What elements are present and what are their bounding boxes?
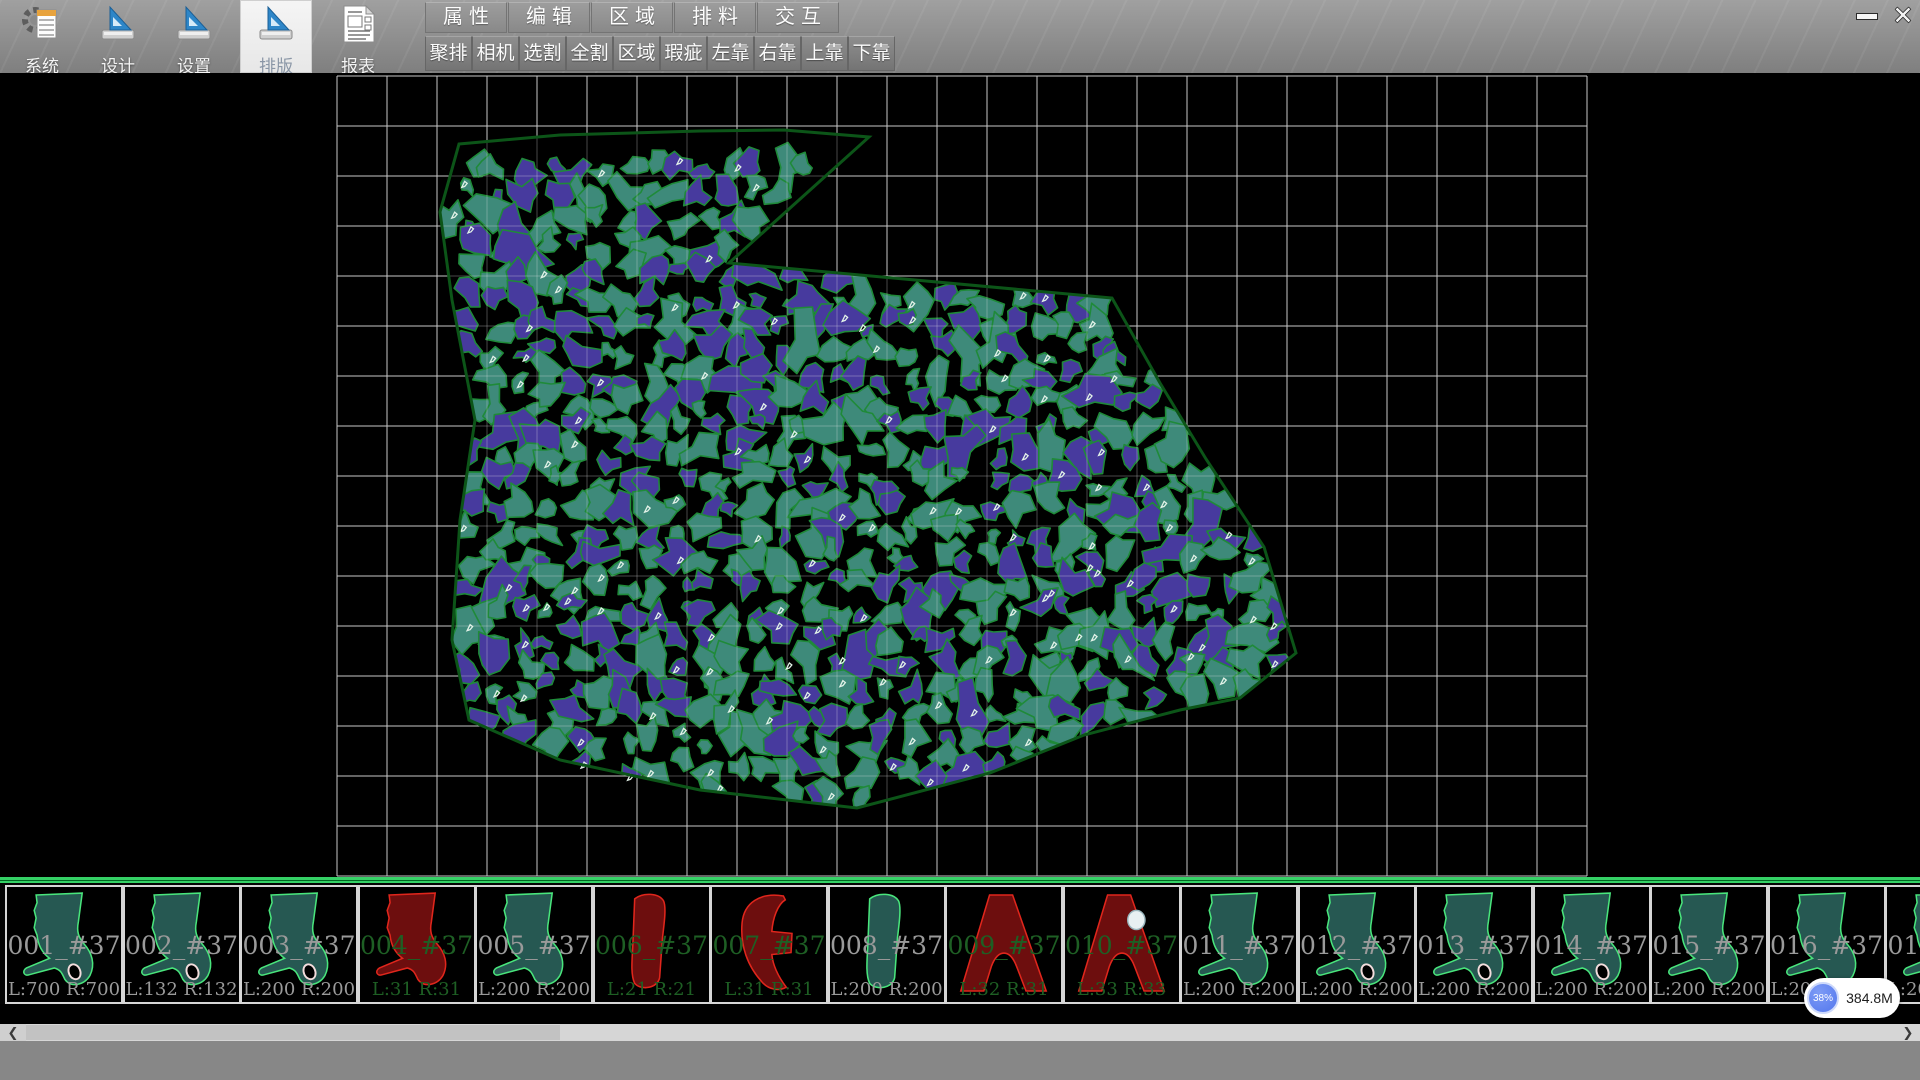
design-triangle-icon	[96, 0, 140, 51]
piece-thumbnail-013_#37[interactable]: 013_#37L:200 R:200	[1415, 885, 1533, 1004]
tab-交互[interactable]: 交互	[757, 2, 839, 33]
action-button-左靠[interactable]: 左靠	[707, 36, 754, 71]
piece-thumbnail-003_#37[interactable]: 003_#37L:200 R:200	[240, 885, 358, 1004]
piece-thumbnail-014_#37[interactable]: 014_#37L:200 R:200	[1533, 885, 1651, 1004]
tab-属性[interactable]: 属性	[425, 2, 507, 33]
progress-circle: 38%	[1807, 982, 1839, 1014]
settings-triangle-icon	[172, 0, 216, 51]
piece-shape	[1308, 889, 1404, 997]
piece-shape	[1073, 889, 1169, 997]
piece-thumbnail-009_#37[interactable]: 009_#37L:32 R:31	[945, 885, 1063, 1004]
nesting-canvas-area[interactable]	[0, 73, 1920, 877]
piece-shape	[603, 889, 699, 997]
tab-排料[interactable]: 排料	[674, 2, 756, 33]
piece-shape	[1895, 889, 1920, 997]
close-button[interactable]: ✕	[1890, 4, 1916, 28]
piece-thumbnail-008_#37[interactable]: 008_#37L:200 R:200	[828, 885, 946, 1004]
piece-shape	[250, 889, 346, 997]
action-button-相机[interactable]: 相机	[472, 36, 519, 71]
piece-shape	[368, 889, 464, 997]
piece-shape	[15, 889, 111, 997]
piece-thumbnail-005_#37[interactable]: 005_#37L:200 R:200	[475, 885, 593, 1004]
toolbar-button-5[interactable]: 报表	[322, 0, 394, 73]
action-button-选割[interactable]: 选割	[519, 36, 566, 71]
piece-shape	[485, 889, 581, 997]
header-bar: 系统设计设置排版报表 属性编辑区域排料交互 聚排相机选割全割区域瑕疵左靠右靠上靠…	[0, 0, 1920, 73]
piece-thumbnail-004_#37[interactable]: 004_#37L:31 R:31	[358, 885, 476, 1004]
piece-thumbnail-002_#37[interactable]: 002_#37L:132 R:132	[123, 885, 241, 1004]
scroll-right-arrow[interactable]: ❯	[1898, 1024, 1918, 1041]
system-gear-icon	[20, 0, 64, 51]
action-button-瑕疵[interactable]: 瑕疵	[660, 36, 707, 71]
nesting-triangle-icon	[254, 0, 298, 51]
action-button-聚排[interactable]: 聚排	[425, 36, 472, 71]
piece-shape	[133, 889, 229, 997]
piece-hole	[1127, 910, 1144, 929]
piece-thumbnail-001_#37[interactable]: 001_#37L:700 R:700	[5, 885, 123, 1004]
piece-shape	[955, 889, 1051, 997]
piece-shape	[1660, 889, 1756, 997]
bottom-gap	[0, 1004, 1920, 1024]
piece-thumbnail-015_#37[interactable]: 015_#37L:200 R:200	[1650, 885, 1768, 1004]
window-controls: ✕	[1854, 3, 1916, 29]
tab-区域[interactable]: 区域	[591, 2, 673, 33]
minimize-button[interactable]	[1854, 5, 1880, 27]
action-button-右靠[interactable]: 右靠	[754, 36, 801, 71]
scrollbar-thumb[interactable]	[26, 1025, 560, 1040]
horizontal-scrollbar[interactable]: ❮ ❯	[0, 1024, 1920, 1041]
report-document-icon	[336, 0, 380, 51]
memory-usage-label: 384.8M	[1839, 990, 1900, 1006]
minimize-icon	[1856, 13, 1878, 20]
piece-thumbnail-strip: 001_#37L:700 R:700002_#37L:132 R:132003_…	[0, 877, 1920, 1024]
action-button-区域[interactable]: 区域	[613, 36, 660, 71]
nesting-canvas[interactable]	[0, 73, 1920, 877]
piece-shape	[1543, 889, 1639, 997]
status-bar	[0, 1041, 1920, 1080]
piece-thumbnail-006_#37[interactable]: 006_#37L:21 R:21	[593, 885, 711, 1004]
piece-shape	[1190, 889, 1286, 997]
piece-thumbnail-010_#37[interactable]: 010_#37L:33 R:33	[1063, 885, 1181, 1004]
toolbar-button-4[interactable]: 排版	[240, 0, 312, 73]
toolbar-button-1[interactable]: 系统	[6, 0, 78, 73]
piece-thumbnail-011_#37[interactable]: 011_#37L:200 R:200	[1180, 885, 1298, 1004]
application-window: 系统设计设置排版报表 属性编辑区域排料交互 聚排相机选割全割区域瑕疵左靠右靠上靠…	[0, 0, 1920, 1080]
progress-badge: 38% 384.8M	[1804, 978, 1900, 1018]
action-button-上靠[interactable]: 上靠	[801, 36, 848, 71]
action-button-全割[interactable]: 全割	[566, 36, 613, 71]
tab-编辑[interactable]: 编辑	[508, 2, 590, 33]
piece-shape	[1425, 889, 1521, 997]
toolbar-button-3[interactable]: 设置	[158, 0, 230, 73]
piece-thumbnail-012_#37[interactable]: 012_#37L:200 R:200	[1298, 885, 1416, 1004]
piece-shape	[838, 889, 934, 997]
piece-thumbnail-007_#37[interactable]: 007_#37L:31 R:31	[710, 885, 828, 1004]
toolbar-button-2[interactable]: 设计	[82, 0, 154, 73]
piece-shape	[720, 889, 816, 997]
scroll-left-arrow[interactable]: ❮	[0, 1024, 26, 1041]
strip-top-border	[0, 877, 1920, 885]
action-button-下靠[interactable]: 下靠	[848, 36, 895, 71]
